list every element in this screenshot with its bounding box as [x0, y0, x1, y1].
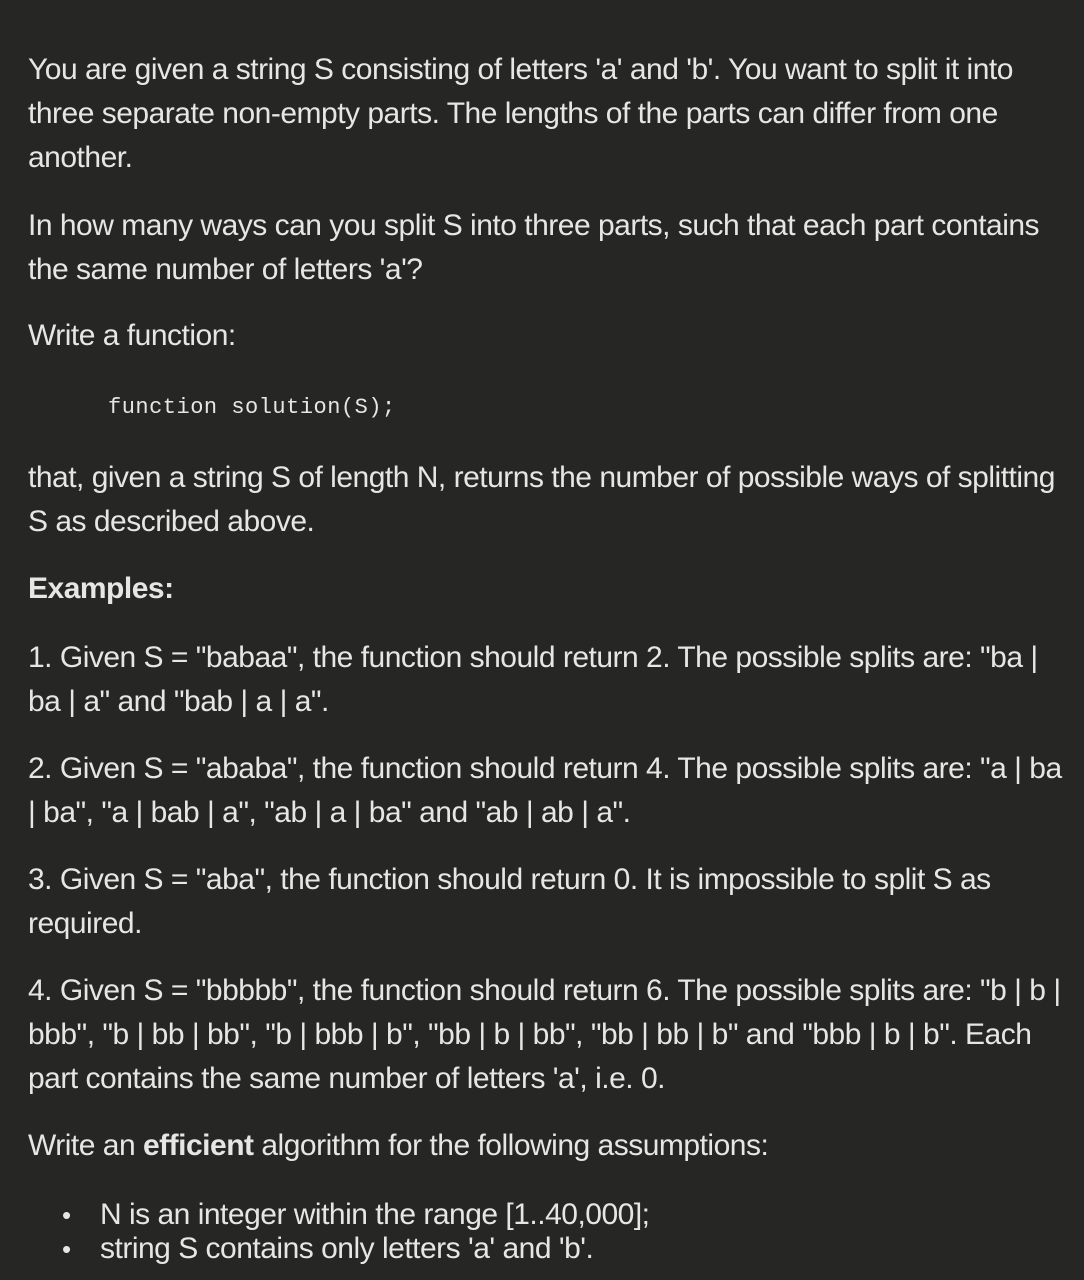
assumptions-intro: Write an efficient algorithm for the fol… [28, 1124, 1068, 1168]
examples-heading: Examples: [28, 572, 174, 605]
intro-paragraph: You are given a string S consisting of l… [28, 53, 1013, 174]
assumption-text: N is an integer within the range [1..40,… [100, 1198, 650, 1231]
example-item-3: 3. Given S = "aba", the function should … [28, 863, 991, 940]
assumption-text: string S contains only letters 'a' and '… [100, 1232, 594, 1265]
assumptions-intro-before: Write an [28, 1129, 143, 1162]
example-item-1: 1. Given S = "babaa", the function shoul… [28, 641, 1038, 718]
bullet-icon: • [62, 1200, 71, 1230]
example-item-4: 4. Given S = "bbbbb", the function shoul… [28, 974, 1061, 1095]
assumptions-intro-bold: efficient [143, 1129, 254, 1162]
assumptions-list: • N is an integer within the range [1..4… [58, 1198, 1018, 1266]
assumptions-intro-after: algorithm for the following assumptions: [253, 1129, 769, 1162]
function-signature-code: function solution(S); [108, 395, 396, 420]
question-paragraph: In how many ways can you split S into th… [28, 209, 1040, 286]
example-item-2: 2. Given S = "ababa", the function shoul… [28, 752, 1062, 829]
assumption-item: • string S contains only letters 'a' and… [58, 1232, 1018, 1266]
write-function-paragraph: Write a function: [28, 319, 236, 352]
bullet-icon: • [62, 1234, 71, 1264]
description-paragraph: that, given a string S of length N, retu… [28, 461, 1055, 538]
assumption-item: • N is an integer within the range [1..4… [58, 1198, 1018, 1232]
